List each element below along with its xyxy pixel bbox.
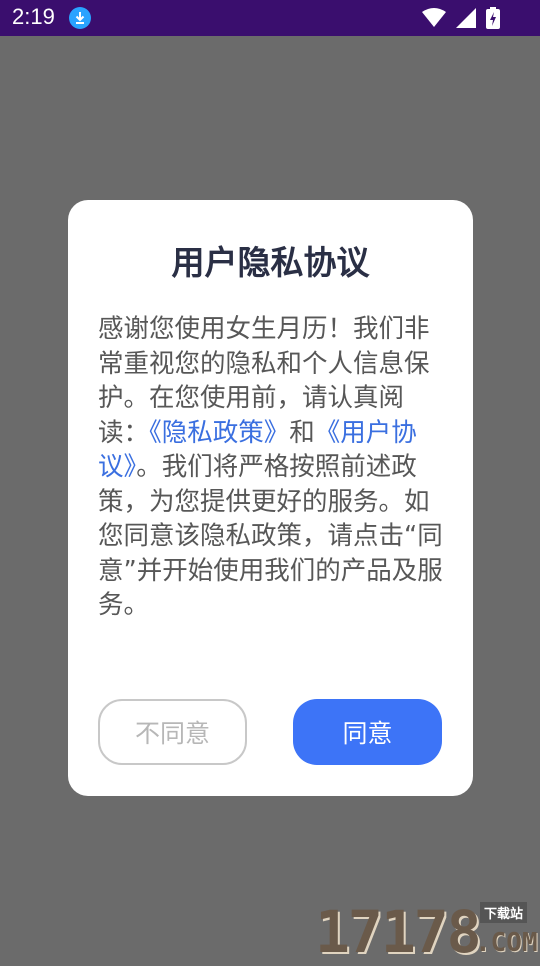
wifi-icon (422, 8, 446, 32)
dialog-body: 感谢您使用女生月历！我们非常重视您的隐私和个人信息保护。在您使用前，请认真阅读：… (98, 312, 443, 623)
disagree-button[interactable]: 不同意 (98, 699, 247, 765)
agree-button[interactable]: 同意 (293, 699, 442, 765)
watermark-number: 17178 (315, 898, 482, 966)
watermark-domain: .COM (475, 928, 538, 958)
privacy-policy-link[interactable]: 《隐私政策》 (149, 418, 289, 448)
battery-charging-icon (486, 7, 500, 33)
status-bar: 2:19 (0, 0, 540, 36)
watermark-tag: 下载站 (480, 902, 528, 923)
watermark-logo: 17178 下载站 .COM (315, 898, 538, 966)
body-outro: 。我们将严格按照前述政策，为您提供更好的服务。如您同意该隐私政策，请点击“同意”… (98, 452, 443, 620)
privacy-dialog: 用户隐私协议 感谢您使用女生月历！我们非常重视您的隐私和个人信息保护。在您使用前… (68, 200, 473, 796)
signal-icon (456, 8, 476, 32)
status-time: 2:19 (12, 4, 55, 29)
download-icon (69, 7, 91, 29)
body-and: 和 (289, 417, 315, 448)
dialog-title: 用户隐私协议 (171, 243, 370, 282)
